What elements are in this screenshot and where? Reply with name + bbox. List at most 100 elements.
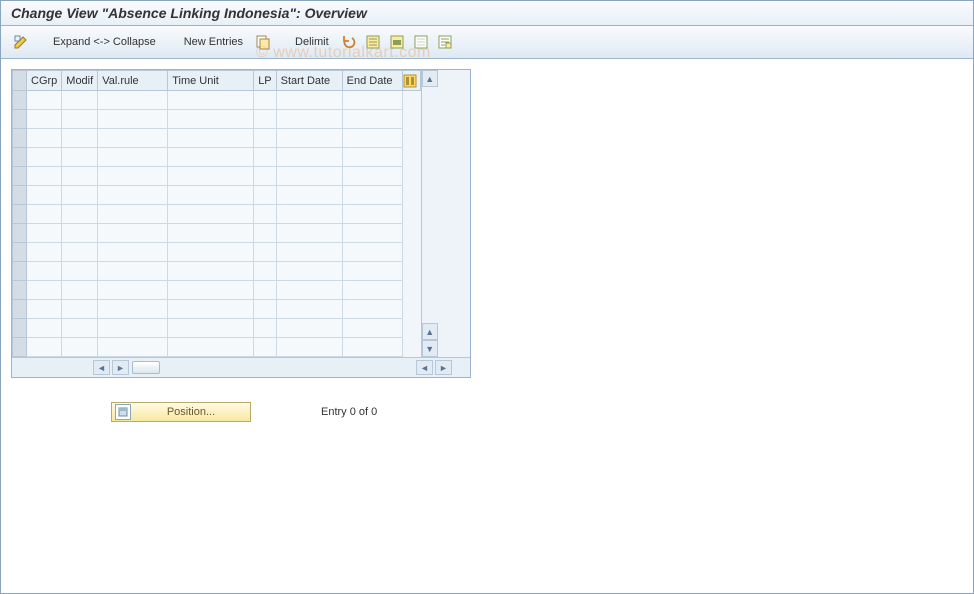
cell-modif[interactable] — [62, 262, 98, 281]
cell-startdate[interactable] — [276, 167, 342, 186]
cell-timeunit[interactable] — [168, 186, 254, 205]
cell-enddate[interactable] — [342, 300, 402, 319]
cell-modif[interactable] — [62, 338, 98, 357]
toggle-edit-icon[interactable] — [11, 32, 31, 52]
cell-cgrp[interactable] — [27, 91, 62, 110]
data-table[interactable]: CGrpModifVal.ruleTime UnitLPStart DateEn… — [12, 70, 421, 357]
cell-modif[interactable] — [62, 205, 98, 224]
cell-valrule[interactable] — [98, 186, 168, 205]
cell-timeunit[interactable] — [168, 110, 254, 129]
col-header-cgrp[interactable]: CGrp — [27, 71, 62, 91]
row-selector[interactable] — [13, 186, 27, 205]
cell-lp[interactable] — [254, 319, 276, 338]
cell-timeunit[interactable] — [168, 262, 254, 281]
cell-cgrp[interactable] — [27, 205, 62, 224]
scroll-up-button[interactable]: ▲ — [422, 70, 438, 87]
cell-valrule[interactable] — [98, 338, 168, 357]
row-selector[interactable] — [13, 281, 27, 300]
cell-modif[interactable] — [62, 186, 98, 205]
cell-enddate[interactable] — [342, 110, 402, 129]
cell-cgrp[interactable] — [27, 224, 62, 243]
select-block-icon[interactable] — [387, 32, 407, 52]
cell-timeunit[interactable] — [168, 205, 254, 224]
row-selector[interactable] — [13, 243, 27, 262]
vertical-scrollbar[interactable]: ▲ ▲ ▼ — [421, 70, 438, 357]
cell-valrule[interactable] — [98, 262, 168, 281]
cell-cgrp[interactable] — [27, 110, 62, 129]
cell-lp[interactable] — [254, 300, 276, 319]
cell-cgrp[interactable] — [27, 300, 62, 319]
cell-cgrp[interactable] — [27, 148, 62, 167]
cell-lp[interactable] — [254, 205, 276, 224]
hscroll-thumb[interactable] — [132, 361, 160, 374]
cell-enddate[interactable] — [342, 319, 402, 338]
cell-timeunit[interactable] — [168, 167, 254, 186]
cell-cgrp[interactable] — [27, 129, 62, 148]
cell-timeunit[interactable] — [168, 224, 254, 243]
row-selector[interactable] — [13, 129, 27, 148]
cell-timeunit[interactable] — [168, 319, 254, 338]
cell-lp[interactable] — [254, 148, 276, 167]
cell-startdate[interactable] — [276, 300, 342, 319]
deselect-all-icon[interactable] — [411, 32, 431, 52]
print-icon[interactable] — [435, 32, 455, 52]
scroll-right-end-button[interactable]: ► — [435, 360, 452, 375]
copy-as-icon[interactable] — [253, 32, 273, 52]
delimit-button[interactable]: Delimit — [289, 34, 335, 50]
cell-timeunit[interactable] — [168, 281, 254, 300]
scroll-down-button[interactable]: ▼ — [422, 340, 438, 357]
row-selector[interactable] — [13, 91, 27, 110]
cell-startdate[interactable] — [276, 148, 342, 167]
expand-collapse-button[interactable]: Expand <-> Collapse — [47, 34, 162, 50]
row-selector[interactable] — [13, 224, 27, 243]
new-entries-button[interactable]: New Entries — [178, 34, 249, 50]
undo-change-icon[interactable] — [339, 32, 359, 52]
cell-startdate[interactable] — [276, 338, 342, 357]
cell-enddate[interactable] — [342, 262, 402, 281]
scroll-up-step-button[interactable]: ▲ — [422, 323, 438, 340]
cell-lp[interactable] — [254, 243, 276, 262]
cell-timeunit[interactable] — [168, 148, 254, 167]
cell-cgrp[interactable] — [27, 281, 62, 300]
row-selector[interactable] — [13, 205, 27, 224]
cell-modif[interactable] — [62, 167, 98, 186]
cell-enddate[interactable] — [342, 129, 402, 148]
select-all-icon[interactable] — [363, 32, 383, 52]
cell-startdate[interactable] — [276, 262, 342, 281]
cell-lp[interactable] — [254, 129, 276, 148]
cell-enddate[interactable] — [342, 281, 402, 300]
cell-valrule[interactable] — [98, 281, 168, 300]
cell-startdate[interactable] — [276, 281, 342, 300]
cell-modif[interactable] — [62, 281, 98, 300]
cell-startdate[interactable] — [276, 186, 342, 205]
cell-enddate[interactable] — [342, 167, 402, 186]
cell-startdate[interactable] — [276, 224, 342, 243]
cell-lp[interactable] — [254, 224, 276, 243]
cell-cgrp[interactable] — [27, 167, 62, 186]
col-header-startdate[interactable]: Start Date — [276, 71, 342, 91]
cell-timeunit[interactable] — [168, 300, 254, 319]
cell-lp[interactable] — [254, 91, 276, 110]
scroll-left-end-button[interactable]: ◄ — [416, 360, 433, 375]
cell-lp[interactable] — [254, 110, 276, 129]
cell-enddate[interactable] — [342, 205, 402, 224]
cell-valrule[interactable] — [98, 300, 168, 319]
cell-timeunit[interactable] — [168, 243, 254, 262]
configure-columns-button[interactable] — [402, 71, 420, 91]
cell-modif[interactable] — [62, 300, 98, 319]
cell-enddate[interactable] — [342, 148, 402, 167]
cell-lp[interactable] — [254, 338, 276, 357]
cell-enddate[interactable] — [342, 338, 402, 357]
cell-modif[interactable] — [62, 129, 98, 148]
cell-startdate[interactable] — [276, 91, 342, 110]
cell-cgrp[interactable] — [27, 186, 62, 205]
cell-modif[interactable] — [62, 319, 98, 338]
row-selector[interactable] — [13, 319, 27, 338]
cell-lp[interactable] — [254, 167, 276, 186]
cell-enddate[interactable] — [342, 186, 402, 205]
cell-startdate[interactable] — [276, 243, 342, 262]
row-selector[interactable] — [13, 262, 27, 281]
cell-modif[interactable] — [62, 110, 98, 129]
col-header-modif[interactable]: Modif — [62, 71, 98, 91]
row-selector[interactable] — [13, 338, 27, 357]
